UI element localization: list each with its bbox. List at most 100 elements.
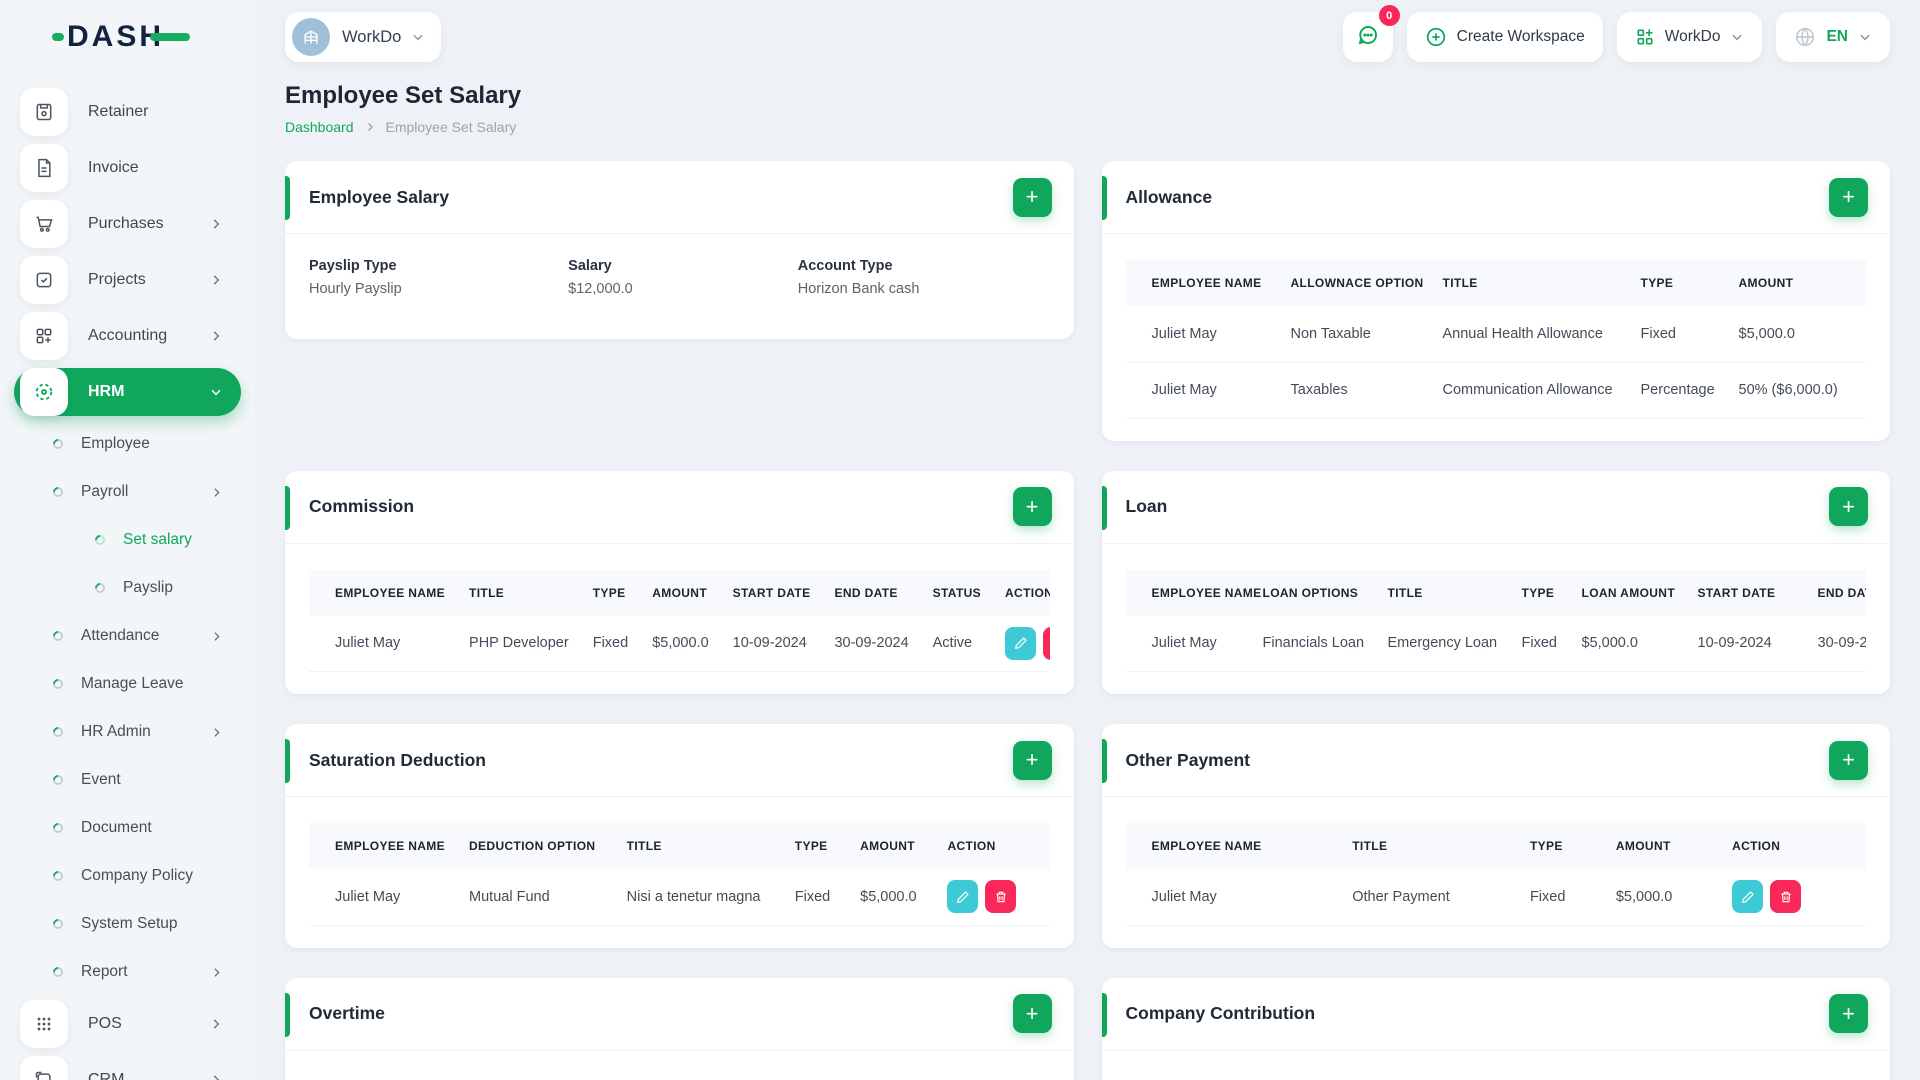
card-title: Company Contribution xyxy=(1125,1003,1316,1023)
add-company-contribution-button[interactable]: + xyxy=(1829,994,1868,1033)
sidebar-item-accounting[interactable]: Accounting xyxy=(14,312,241,360)
app-logo[interactable]: DASH xyxy=(0,0,255,74)
edit-button[interactable] xyxy=(1005,626,1037,660)
sidebar-item-attendance[interactable]: Attendance xyxy=(0,616,241,656)
card-accent-bar xyxy=(1101,992,1107,1037)
hrm-icon xyxy=(20,368,68,416)
other-payment-table[interactable]: Employee Name Title Type Amount Action Jul… xyxy=(1125,823,1866,926)
chevron-right-icon xyxy=(209,329,223,343)
status-text: Active xyxy=(920,615,994,672)
card-accent-bar xyxy=(1101,176,1107,220)
sidebar-item-hr-admin[interactable]: HR Admin xyxy=(0,712,241,752)
table-row: Juliet May Taxables Communication Allowan… xyxy=(1125,362,1866,419)
page-title: Employee Set Salary xyxy=(285,82,522,109)
messages-badge: 0 xyxy=(1378,5,1400,26)
workspace-menu-button[interactable]: WorkDo xyxy=(1616,12,1763,62)
card-title: Loan xyxy=(1125,496,1168,516)
company-contribution-card: Company Contribution + xyxy=(1101,977,1890,1080)
chevron-right-icon xyxy=(209,273,223,287)
invoice-icon xyxy=(20,144,68,192)
sidebar-item-payslip[interactable]: Payslip xyxy=(0,568,241,608)
breadcrumb-current: Employee Set Salary xyxy=(385,119,517,135)
commission-table[interactable]: Employee Name Title Type Amount Start Date… xyxy=(309,569,1050,672)
account-type-field: Account Type Horizon Bank cash xyxy=(797,258,920,297)
delete-button[interactable] xyxy=(985,880,1017,914)
sidebar-item-purchases[interactable]: Purchases xyxy=(14,200,241,248)
chevron-right-icon xyxy=(364,121,376,133)
allowance-table[interactable]: Employee Name Allownace Option Title Type … xyxy=(1125,260,1866,419)
card-title: Allowance xyxy=(1125,186,1213,207)
sidebar-item-set-salary[interactable]: Set salary xyxy=(0,520,241,560)
card-accent-bar xyxy=(285,485,290,530)
saturation-deduction-table[interactable]: Employee Name Deduction Option Title Type … xyxy=(309,823,1050,926)
card-title: Overtime xyxy=(309,1003,385,1023)
sidebar-item-system-setup[interactable]: System Setup xyxy=(0,904,241,944)
table-row: Juliet May Non Taxable Annual Health Allo… xyxy=(1125,306,1866,363)
sidebar-item-crm[interactable]: CRM xyxy=(14,1056,241,1080)
messages-button[interactable]: 0 xyxy=(1342,5,1400,62)
sidebar-item-manage-leave[interactable]: Manage Leave xyxy=(0,664,241,704)
edit-button[interactable] xyxy=(947,880,979,914)
sidebar-item-retainer[interactable]: Retainer xyxy=(14,88,241,136)
building-avatar xyxy=(292,18,330,56)
card-title: Saturation Deduction xyxy=(309,749,486,770)
chevron-right-icon xyxy=(209,217,223,231)
sidebar-item-invoice[interactable]: Invoice xyxy=(14,144,241,192)
chevron-right-icon xyxy=(210,966,223,979)
submenu-bullet-icon xyxy=(50,964,66,980)
commission-card: Commission + Employee Name Title Type Amou… xyxy=(285,470,1074,694)
submenu-bullet-icon xyxy=(50,724,66,740)
table-row: Juliet May Mutual Fund Nisi a tenetur mag… xyxy=(309,869,1050,926)
chat-icon xyxy=(1356,23,1380,52)
sidebar-item-report[interactable]: Report xyxy=(0,952,241,992)
breadcrumb-dashboard-link[interactable]: Dashboard xyxy=(285,119,354,135)
sidebar-item-hrm[interactable]: HRM xyxy=(14,368,241,416)
chevron-down-icon xyxy=(1730,30,1744,44)
add-overtime-button[interactable]: + xyxy=(1012,994,1052,1033)
overtime-card: Overtime + xyxy=(285,977,1074,1080)
add-commission-button[interactable]: + xyxy=(1012,487,1052,526)
card-accent-bar xyxy=(285,176,290,220)
add-employee-salary-button[interactable]: + xyxy=(1012,177,1052,217)
loan-table[interactable]: Employee Name Loan Options Title Type Loan… xyxy=(1125,569,1866,672)
chevron-right-icon xyxy=(210,486,223,499)
add-saturation-deduction-button[interactable]: + xyxy=(1012,740,1052,780)
chevron-right-icon xyxy=(209,1017,223,1031)
logo-accent-dot xyxy=(52,33,64,41)
chevron-down-icon xyxy=(411,30,426,44)
main-content: Employee Set Salary Dashboard Employee S… xyxy=(255,74,1920,1080)
breadcrumb: Dashboard Employee Set Salary xyxy=(285,119,1890,135)
retainer-icon xyxy=(20,88,68,136)
submenu-bullet-icon xyxy=(50,820,66,836)
sidebar-item-employee[interactable]: Employee xyxy=(0,424,241,464)
delete-button[interactable] xyxy=(1043,626,1050,660)
workspace-selector[interactable]: WorkDo xyxy=(285,12,442,62)
loan-card: Loan + Employee Name Loan Options Title Ty… xyxy=(1101,470,1890,694)
submenu-bullet-icon xyxy=(92,532,108,548)
create-workspace-button[interactable]: Create Workspace xyxy=(1406,12,1603,62)
pos-icon xyxy=(20,1000,68,1048)
salary-field: Salary $12,000.0 xyxy=(568,258,633,297)
grid-plus-icon xyxy=(1635,27,1655,47)
globe-icon xyxy=(1794,26,1816,48)
add-other-payment-button[interactable]: + xyxy=(1829,740,1868,780)
sidebar-item-projects[interactable]: Projects xyxy=(14,256,241,304)
card-accent-bar xyxy=(1101,485,1107,530)
sidebar: DASH Retainer Invoice Purchases Projects… xyxy=(0,0,255,1080)
delete-button[interactable] xyxy=(1770,880,1802,914)
chevron-right-icon xyxy=(210,726,223,739)
language-selector[interactable]: EN xyxy=(1776,12,1890,62)
sidebar-item-payroll[interactable]: Payroll xyxy=(0,472,241,512)
card-accent-bar xyxy=(1101,739,1107,783)
card-title: Other Payment xyxy=(1125,749,1250,770)
sidebar-item-pos[interactable]: POS xyxy=(14,1000,241,1048)
sidebar-item-document[interactable]: Document xyxy=(0,808,241,848)
topbar: WorkDo 0 Create Workspace WorkDo EN xyxy=(255,0,1920,74)
other-payment-card: Other Payment + Employee Name Title Type A… xyxy=(1101,724,1890,948)
add-allowance-button[interactable]: + xyxy=(1829,177,1868,217)
sidebar-item-event[interactable]: Event xyxy=(0,760,241,800)
add-loan-button[interactable]: + xyxy=(1829,487,1868,526)
sidebar-item-company-policy[interactable]: Company Policy xyxy=(0,856,241,896)
edit-button[interactable] xyxy=(1732,880,1764,914)
crm-icon xyxy=(20,1056,68,1080)
